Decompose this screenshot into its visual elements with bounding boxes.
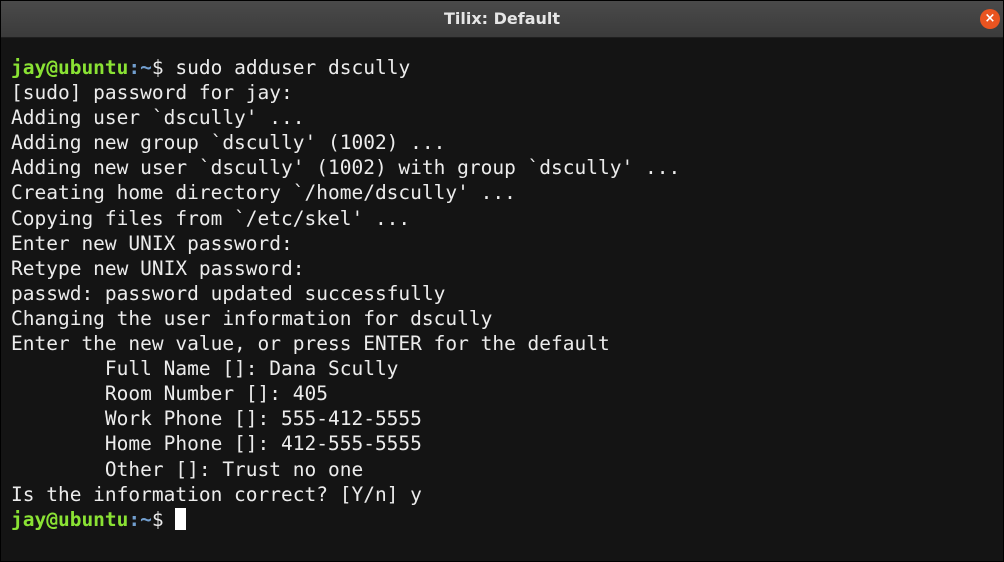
terminal-output[interactable]: jay@ubuntu:~$ sudo adduser dscully [sudo…: [1, 56, 1003, 561]
output-line: Room Number []: 405: [11, 382, 328, 406]
output-line: Home Phone []: 412-555-5555: [11, 432, 422, 456]
close-icon: ×: [984, 11, 996, 26]
prompt-line: jay@ubuntu:~$ sudo adduser dscully: [11, 55, 1003, 81]
output-line: Enter the new value, or press ENTER for …: [11, 332, 610, 356]
window-title: Tilix: Default: [443, 9, 561, 28]
command-text: sudo adduser dscully: [175, 56, 411, 79]
output-line: Copying files from `/etc/skel' ...: [11, 206, 411, 230]
output-line: Adding new group `dscully' (1002) ...: [11, 131, 446, 155]
prompt-symbol: $: [151, 507, 176, 531]
prompt-separator: :: [128, 56, 141, 79]
output-line: Enter new UNIX password:: [11, 231, 293, 255]
output-line: Adding new user `dscully' (1002) with gr…: [11, 156, 681, 180]
text-cursor[interactable]: [175, 507, 187, 530]
prompt-user-host: jay@ubuntu: [11, 56, 129, 79]
close-button[interactable]: ×: [980, 9, 1000, 29]
prompt-line: jay@ubuntu:~$: [11, 507, 1003, 533]
output-line: [sudo] password for jay:: [11, 81, 293, 105]
prompt-separator: :: [128, 507, 141, 531]
output-line: Is the information correct? [Y/n] y: [11, 482, 422, 506]
output-line: Adding user `dscully' ...: [11, 106, 305, 130]
title-bar[interactable]: Tilix: Default ×: [1, 1, 1003, 38]
prompt-user-host: jay@ubuntu: [11, 507, 129, 531]
prompt-path: ~: [140, 507, 152, 531]
terminal-window: Tilix: Default × jay@ubuntu:~$ sudo addu…: [0, 0, 1004, 562]
output-line: Changing the user information for dscull…: [11, 306, 493, 330]
output-line: Retype new UNIX password:: [11, 256, 305, 280]
prompt-path: ~: [140, 56, 152, 79]
output-line: Other []: Trust no one: [11, 457, 364, 481]
output-line: Work Phone []: 555-412-5555: [11, 407, 422, 431]
output-line: passwd: password updated successfully: [11, 281, 446, 305]
output-line: Full Name []: Dana Scully: [11, 357, 399, 381]
prompt-symbol: $: [151, 56, 176, 79]
output-line: Creating home directory `/home/dscully' …: [11, 181, 516, 205]
